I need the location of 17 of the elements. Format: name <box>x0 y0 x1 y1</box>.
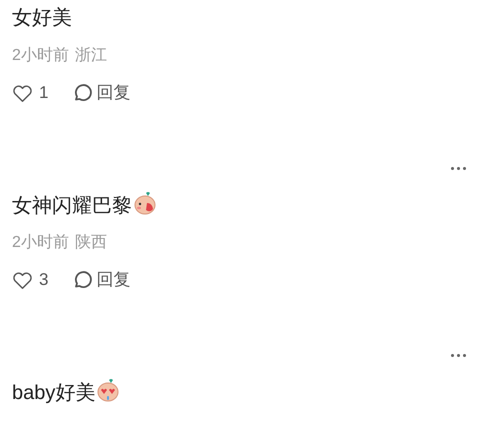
like-button[interactable]: 1 <box>12 80 48 106</box>
comment-time: 2小时前 <box>12 232 69 253</box>
reply-button[interactable]: 回复 <box>72 267 130 293</box>
comment-region: 陕西 <box>74 233 107 253</box>
heart-icon <box>12 270 33 290</box>
comment-text: baby好美 <box>12 378 120 406</box>
speech-bubble-icon <box>72 83 92 103</box>
comment-text: 女好美 <box>12 6 72 31</box>
reply-button[interactable]: 回复 <box>72 80 130 106</box>
speech-bubble-icon <box>72 270 92 290</box>
heart-icon <box>12 84 33 102</box>
comment-text: 女神闪耀巴黎 <box>12 190 156 220</box>
emoji-icon <box>134 190 156 214</box>
comment-region: 浙江 <box>74 46 107 66</box>
emoji-icon <box>97 378 120 402</box>
comment-time: 2小时前 <box>12 46 69 66</box>
like-button[interactable]: 3 <box>12 267 48 293</box>
